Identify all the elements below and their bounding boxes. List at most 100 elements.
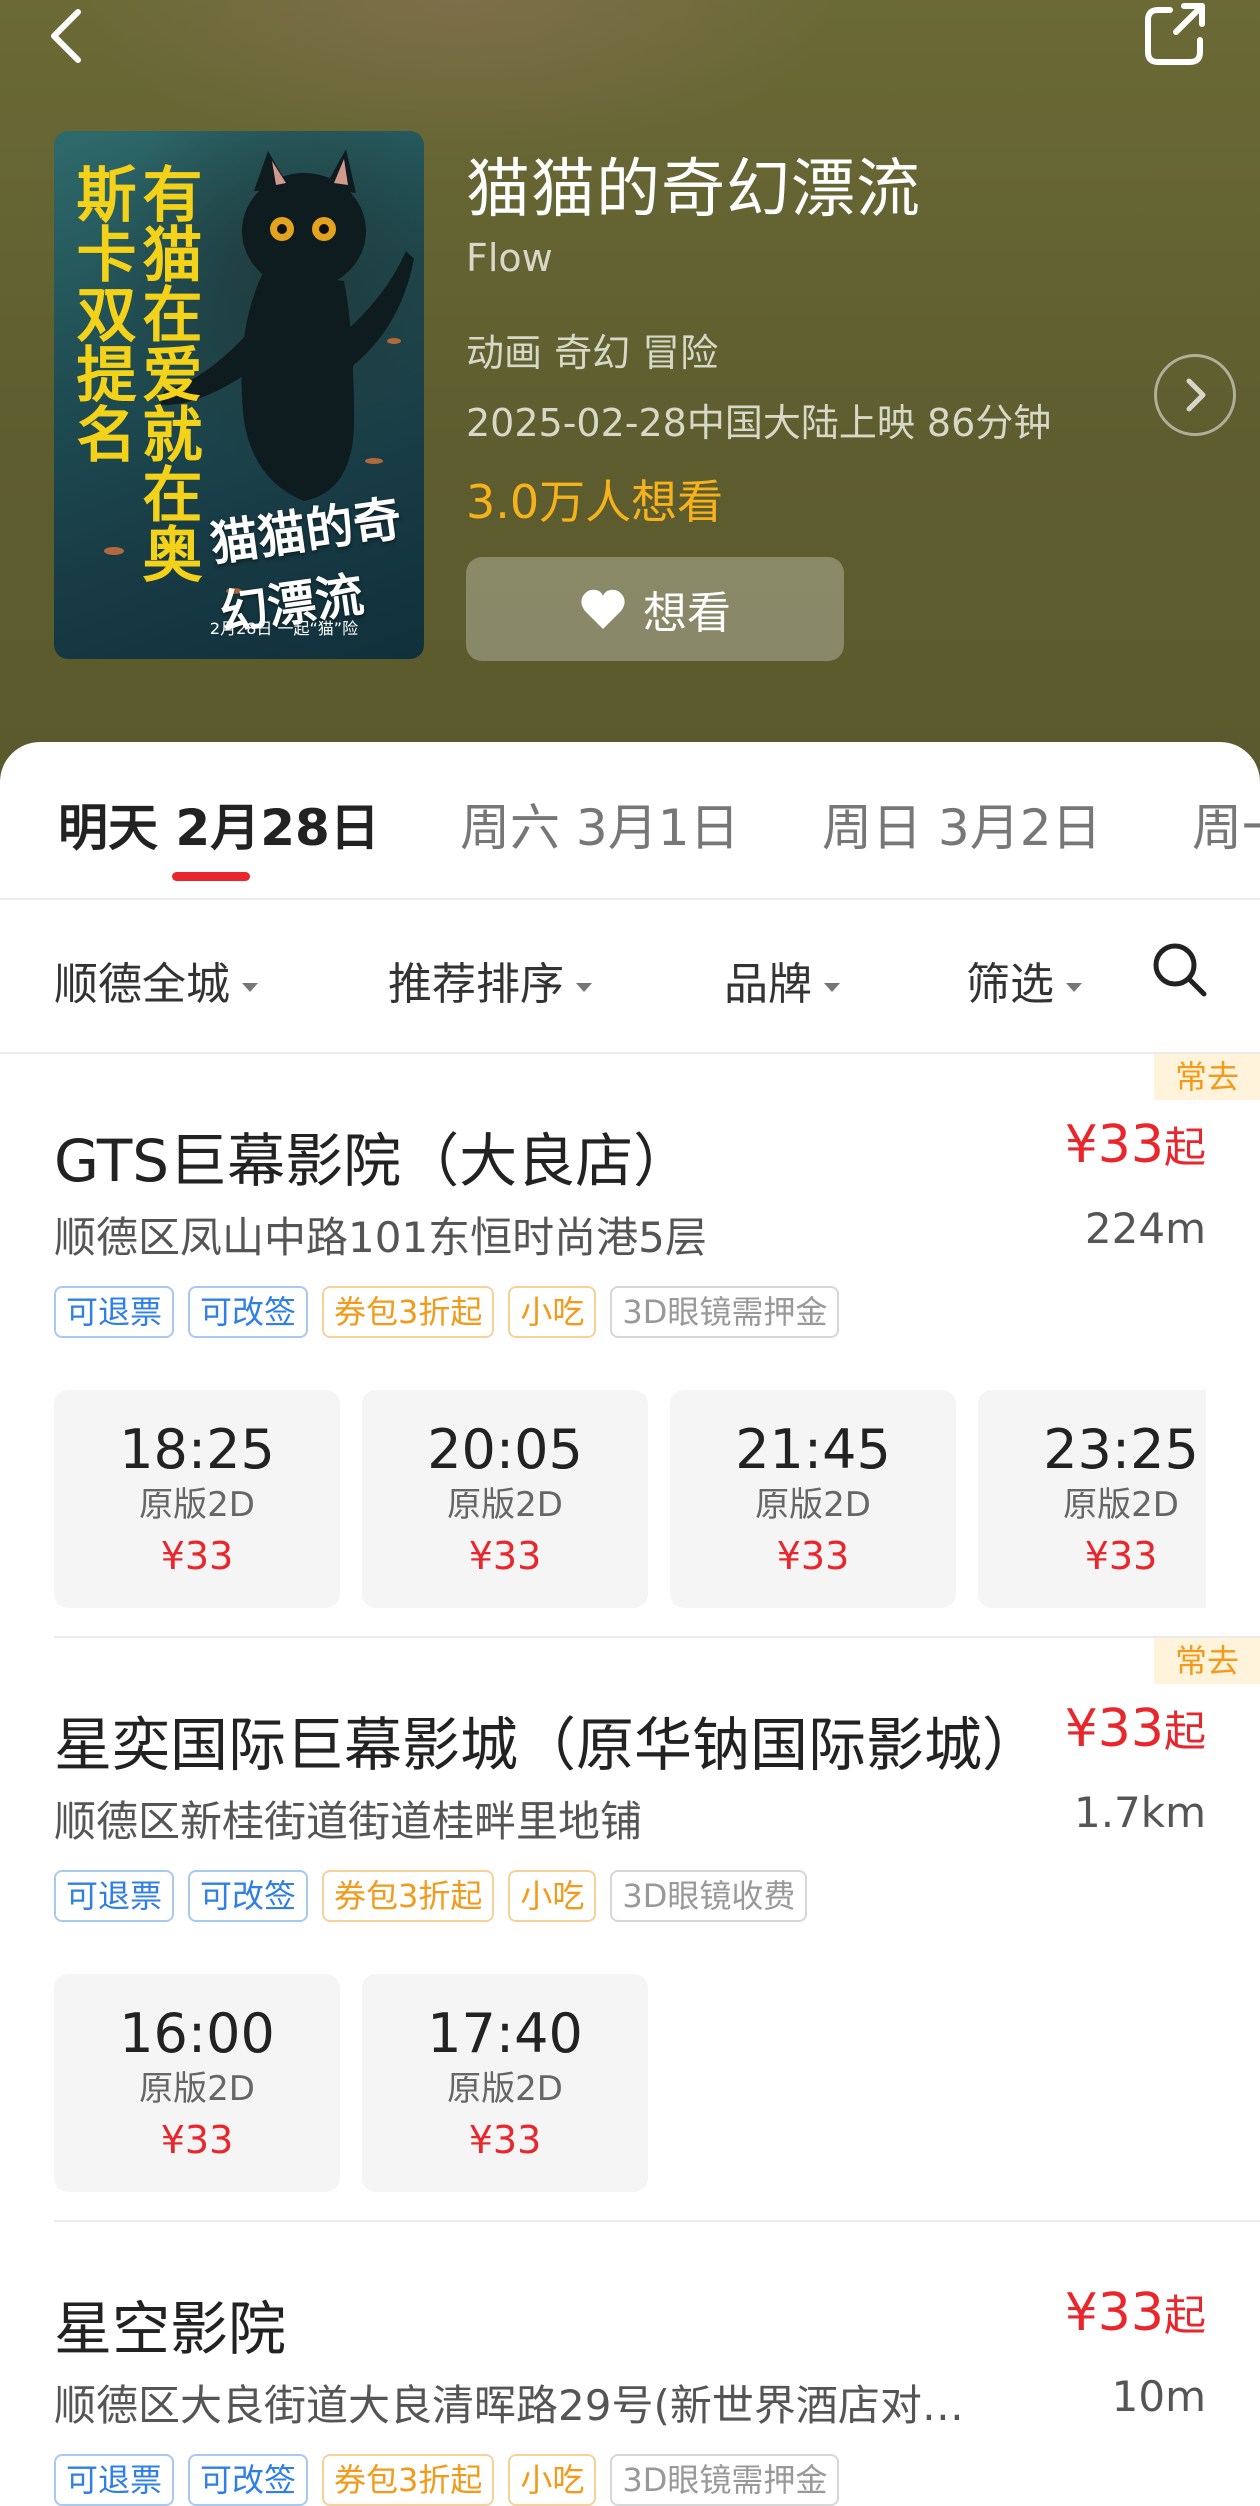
- showtime-time: 18:25: [119, 1418, 275, 1481]
- movie-poster[interactable]: 有猫在爱就在奥斯卡双提名 猫猫的奇幻漂流 2月28日 一起“猫”险: [54, 131, 424, 659]
- cinema-address: 顺德区凤山中路101东恒时尚港5层: [54, 1213, 707, 1262]
- tag-coupon: 券包3折起: [322, 2454, 495, 2506]
- showtime-version: 原版2D: [1063, 1485, 1179, 1525]
- tag-changeable: 可改签: [188, 2454, 309, 2506]
- tag-3d-glasses: 3D眼镜需押金: [610, 2454, 840, 2506]
- showtime-time: 21:45: [735, 1418, 891, 1481]
- cinema-min-price: ¥33起: [1065, 2282, 1206, 2343]
- showtime-price: ¥33: [776, 1534, 850, 1578]
- movie-english-title: Flow: [466, 236, 553, 280]
- tag-refundable: 可退票: [54, 2454, 175, 2506]
- filter-bar: 顺德全城 推荐排序 品牌 筛选: [0, 900, 1260, 1052]
- cinema-card[interactable]: 常去 星奕国际巨幕影城（原华钠国际影城） ¥33起 顺德区新桂街道街道桂畔里地铺…: [0, 1638, 1260, 2218]
- showtime-slot[interactable]: 20:05 原版2D ¥33: [362, 1390, 648, 1608]
- caret-down-icon: [576, 982, 592, 992]
- movie-genres: 动画 奇幻 冒险: [466, 331, 719, 375]
- showtime-slot[interactable]: 21:45 原版2D ¥33: [670, 1390, 956, 1608]
- share-button[interactable]: [1140, 0, 1210, 70]
- tag-coupon: 券包3折起: [322, 1870, 495, 1922]
- back-button[interactable]: [40, 6, 100, 66]
- price-suffix: 起: [1163, 1123, 1206, 1172]
- showtime-time: 16:00: [119, 2002, 275, 2065]
- cinema-card[interactable]: 常去 GTS巨幕影院（大良店） ¥33起 顺德区凤山中路101东恒时尚港5层 2…: [0, 1054, 1260, 1634]
- tag-coupon: 券包3折起: [322, 1286, 495, 1338]
- date-tab-3[interactable]: 周一: [1192, 788, 1260, 860]
- tag-3d-glasses: 3D眼镜收费: [610, 1870, 808, 1922]
- showtime-time: 20:05: [427, 1418, 583, 1481]
- tag-snack: 小吃: [508, 2454, 597, 2506]
- showtime-price: ¥33: [160, 2118, 234, 2162]
- chevron-left-icon: [51, 9, 81, 63]
- showtime-slot[interactable]: 23:25 原版2D ¥33: [978, 1390, 1206, 1608]
- sort-filter-label: 推荐排序: [388, 959, 564, 1010]
- tag-changeable: 可改签: [188, 1870, 309, 1922]
- more-filter-label: 筛选: [966, 959, 1054, 1010]
- cinema-name: 星空影院: [54, 2295, 287, 2363]
- price-value: ¥33: [1064, 1115, 1164, 1175]
- tag-changeable: 可改签: [188, 1286, 309, 1338]
- price-suffix: 起: [1163, 1707, 1206, 1756]
- search-button[interactable]: [1148, 938, 1212, 1002]
- brand-filter[interactable]: 品牌: [724, 948, 840, 1012]
- sort-filter[interactable]: 推荐排序: [388, 948, 592, 1012]
- cinema-address: 顺德区大良街道大良清晖路29号(新世界酒店对…: [54, 2381, 964, 2430]
- movie-header: 有猫在爱就在奥斯卡双提名 猫猫的奇幻漂流 2月28日 一起“猫”险 猫猫的奇幻漂…: [0, 0, 1260, 800]
- showtime-slot[interactable]: 16:00 原版2D ¥33: [54, 1974, 340, 2192]
- tag-3d-glasses: 3D眼镜需押金: [610, 1286, 840, 1338]
- showtime-price: ¥33: [468, 1534, 542, 1578]
- price-suffix: 起: [1163, 2291, 1206, 2340]
- want-to-watch-button[interactable]: 想看: [466, 557, 844, 661]
- showtime-list: 18:25 原版2D ¥33 20:05 原版2D ¥33 21:45 原版2D…: [54, 1390, 1206, 1608]
- cinema-tags: 可退票 可改签 券包3折起 小吃 3D眼镜需押金: [54, 1286, 840, 1338]
- poster-slogan: 有猫在爱就在奥斯卡双提名: [66, 163, 202, 583]
- price-value: ¥33: [1064, 1699, 1164, 1759]
- tag-refundable: 可退票: [54, 1870, 175, 1922]
- search-icon: [1153, 943, 1207, 997]
- tag-snack: 小吃: [508, 1286, 597, 1338]
- movie-detail-button[interactable]: [1154, 354, 1236, 436]
- showtime-slot[interactable]: 18:25 原版2D ¥33: [54, 1390, 340, 1608]
- caret-down-icon: [824, 982, 840, 992]
- cinema-tags: 可退票 可改签 券包3折起 小吃 3D眼镜需押金: [54, 2454, 840, 2506]
- date-tab-0[interactable]: 明天 2月28日: [58, 788, 380, 860]
- caret-down-icon: [242, 982, 258, 992]
- showtime-list: 16:00 原版2D ¥33 17:40 原版2D ¥33: [54, 1974, 1206, 2192]
- movie-release-info: 2025-02-28中国大陆上映 86分钟: [466, 401, 1052, 445]
- showtime-version: 原版2D: [447, 2069, 563, 2109]
- showtime-price: ¥33: [1084, 1534, 1158, 1578]
- showtime-version: 原版2D: [755, 1485, 871, 1525]
- frequent-badge: 常去: [1154, 1638, 1260, 1684]
- showtime-price: ¥33: [468, 2118, 542, 2162]
- heart-icon: [581, 589, 625, 629]
- share-icon: [1145, 3, 1205, 65]
- frequent-badge: 常去: [1154, 1054, 1260, 1100]
- date-tab-1[interactable]: 周六 3月1日: [460, 788, 740, 860]
- price-value: ¥33: [1064, 2283, 1164, 2343]
- cinema-address: 顺德区新桂街道街道桂畔里地铺: [54, 1797, 643, 1846]
- cinema-distance: 1.7km: [1073, 1788, 1206, 1837]
- brand-filter-label: 品牌: [724, 959, 812, 1010]
- showtime-time: 23:25: [1043, 1418, 1199, 1481]
- want-button-label: 想看: [643, 588, 731, 639]
- more-filter[interactable]: 筛选: [966, 948, 1082, 1012]
- cinema-distance: 10m: [1111, 2372, 1206, 2421]
- date-tabs: 明天 2月28日 周六 3月1日 周日 3月2日 周一: [0, 742, 1260, 898]
- movie-title: 猫猫的奇幻漂流: [466, 153, 921, 227]
- poster-date-line: 2月28日 一起“猫”险: [209, 619, 359, 638]
- cinema-name: 星奕国际巨幕影城（原华钠国际影城）: [54, 1711, 1041, 1779]
- cinema-min-price: ¥33起: [1065, 1114, 1206, 1175]
- tag-snack: 小吃: [508, 1870, 597, 1922]
- date-tab-2[interactable]: 周日 3月2日: [822, 788, 1102, 860]
- showtime-slot[interactable]: 17:40 原版2D ¥33: [362, 1974, 648, 2192]
- area-filter[interactable]: 顺德全城: [54, 948, 258, 1012]
- tag-refundable: 可退票: [54, 1286, 175, 1338]
- cinema-sheet: 明天 2月28日 周六 3月1日 周日 3月2日 周一 顺德全城 推荐排序 品牌…: [0, 742, 1260, 2506]
- active-tab-indicator: [172, 872, 250, 881]
- want-count: 3.0万人想看: [466, 475, 724, 529]
- cinema-card[interactable]: 星空影院 ¥33起 顺德区大良街道大良清晖路29号(新世界酒店对… 10m 可退…: [0, 2222, 1260, 2506]
- chevron-right-icon: [1186, 378, 1206, 412]
- area-filter-label: 顺德全城: [54, 959, 230, 1010]
- showtime-version: 原版2D: [139, 2069, 255, 2109]
- showtime-version: 原版2D: [139, 1485, 255, 1525]
- showtime-time: 17:40: [427, 2002, 583, 2065]
